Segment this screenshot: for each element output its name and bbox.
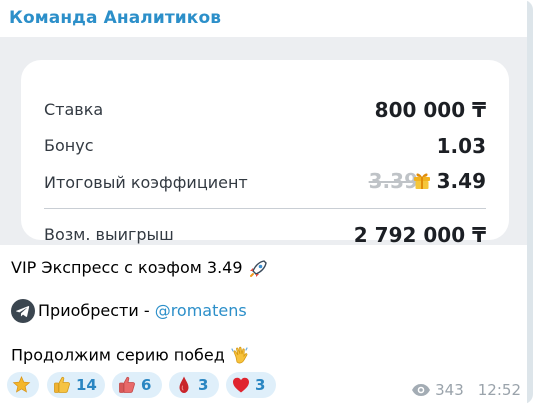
mention-link[interactable]: @romatens: [155, 301, 247, 320]
buy-text: Приобрести -: [38, 301, 155, 320]
bet-card: Ставка 800 000 ₸ Бонус 1.03 Итоговый коэ…: [21, 60, 509, 247]
heart-icon: [233, 377, 249, 393]
vip-express-text: VIP Экспресс с коэфом 3.49: [11, 258, 243, 277]
view-count: 343: [435, 381, 464, 399]
stake-label: Ставка: [44, 100, 104, 119]
bonus-value: 1.03: [436, 134, 486, 158]
gift-icon: [414, 173, 430, 189]
potential-win-value: 2 792 000 ₸: [353, 223, 486, 247]
old-odds-value: 3.39: [368, 169, 418, 193]
waving-hand-icon: [231, 346, 248, 364]
total-odds-label: Итоговый коэффициент: [44, 173, 248, 192]
rocket-icon: [249, 259, 267, 277]
reaction-thumbs-up[interactable]: 14: [47, 372, 105, 398]
bet-slip-image[interactable]: Ставка 800 000 ₸ Бонус 1.03 Итоговый коэ…: [0, 37, 527, 247]
total-odds-value: 3.49: [436, 169, 486, 193]
potential-win-label: Возм. выигрыш: [44, 225, 174, 244]
reaction-count: 14: [76, 376, 97, 394]
thumbs-up-icon: [54, 376, 70, 393]
telegram-icon: [11, 299, 35, 323]
stake-value: 800 000 ₸: [374, 98, 486, 122]
bonus-label: Бонус: [44, 136, 94, 155]
reaction-count: 3: [198, 376, 209, 394]
divider: [44, 208, 486, 209]
message-time: 12:52: [477, 381, 521, 399]
reaction-count: 3: [255, 376, 266, 394]
message-line-1: VIP Экспресс с коэфом 3.49: [11, 258, 268, 279]
reaction-thumbs-down[interactable]: 6: [112, 372, 162, 398]
reaction-count: 6: [141, 376, 152, 394]
reaction-heart[interactable]: 3: [226, 372, 276, 398]
chat-background-edge: [527, 0, 533, 404]
sender-name[interactable]: Команда Аналитиков: [9, 8, 221, 28]
message-bubble: Команда Аналитиков Ставка 800 000 ₸ Бону…: [0, 0, 533, 404]
thumbs-down-icon: [119, 376, 135, 393]
message-line-3: Продолжим серию побед: [11, 345, 252, 367]
message-line-2: Приобрести - @romatens: [38, 301, 247, 320]
star-icon: [12, 375, 31, 393]
reaction-star[interactable]: [7, 372, 39, 398]
blood-drop-icon: [179, 376, 189, 393]
reaction-blood-drop[interactable]: 3: [169, 372, 219, 398]
message-meta: 343 12:52: [411, 381, 521, 399]
eye-icon: [412, 384, 431, 396]
continue-streak-text: Продолжим серию побед: [11, 345, 225, 365]
